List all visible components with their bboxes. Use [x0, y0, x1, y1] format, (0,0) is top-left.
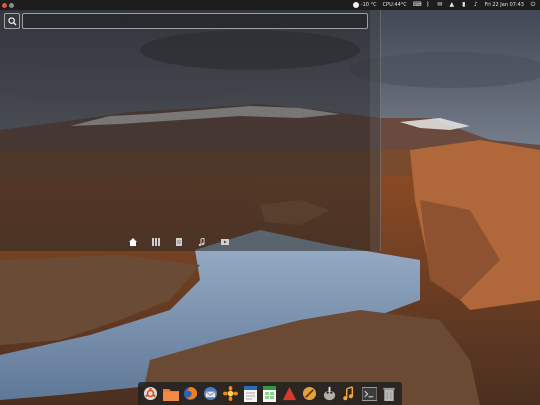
gimp-icon[interactable]: [321, 385, 338, 402]
moon-icon: [352, 2, 359, 8]
cpu-temp-indicator[interactable]: CPU:44°C: [383, 2, 407, 8]
close-button[interactable]: [2, 2, 7, 8]
clock-label: Fri 22 Jan 07:43: [484, 2, 524, 8]
video-icon[interactable]: [220, 238, 229, 247]
network-icon[interactable]: ▲: [449, 2, 455, 8]
photos-icon[interactable]: [222, 385, 239, 402]
impress-presentation-icon[interactable]: [281, 385, 298, 402]
applications-icon[interactable]: [151, 238, 160, 247]
weather-temp: -10 °C: [360, 2, 377, 8]
mail-icon[interactable]: ✉: [437, 2, 443, 8]
window-controls: [0, 2, 14, 8]
weather-indicator[interactable]: -10 °C: [352, 2, 377, 8]
search-bar: [4, 13, 368, 29]
home-icon[interactable]: [128, 238, 137, 247]
trash-icon[interactable]: [381, 385, 398, 402]
files-folder-icon[interactable]: [162, 385, 179, 402]
clock[interactable]: Fri 22 Jan 07:43: [485, 2, 524, 8]
music-icon[interactable]: [197, 238, 206, 247]
bluetooth-icon[interactable]: ᛒ: [425, 2, 431, 8]
search-input[interactable]: [22, 13, 368, 29]
dash-resize-edge[interactable]: [370, 10, 381, 251]
top-panel: -10 °C CPU:44°C ⌨ ᛒ ✉ ▲ ▮ ♪ Fri 22 Jan 0…: [0, 0, 540, 10]
ubuntu-launcher-icon[interactable]: [142, 385, 159, 402]
dash-overlay: [0, 10, 381, 251]
thunderbird-icon[interactable]: [202, 385, 219, 402]
music-player-icon[interactable]: [341, 385, 358, 402]
lens-bar: [128, 236, 229, 248]
volume-icon[interactable]: ♪: [473, 2, 479, 8]
minimize-button[interactable]: [9, 2, 14, 8]
system-tray: -10 °C CPU:44°C ⌨ ᛒ ✉ ▲ ▮ ♪ Fri 22 Jan 0…: [352, 2, 540, 8]
search-icon[interactable]: [4, 13, 20, 29]
cpu-temp-label: CPU:44°C: [382, 2, 407, 8]
power-icon[interactable]: ⏻: [530, 2, 536, 8]
dock: [138, 382, 402, 405]
writer-document-icon[interactable]: [242, 385, 259, 402]
battery-icon[interactable]: ▮: [461, 2, 467, 8]
calc-spreadsheet-icon[interactable]: [261, 385, 278, 402]
text-editor-icon[interactable]: [301, 385, 318, 402]
firefox-icon[interactable]: [182, 385, 199, 402]
terminal-icon[interactable]: [361, 385, 378, 402]
keyboard-icon[interactable]: ⌨: [413, 2, 422, 8]
files-icon[interactable]: [174, 238, 183, 247]
